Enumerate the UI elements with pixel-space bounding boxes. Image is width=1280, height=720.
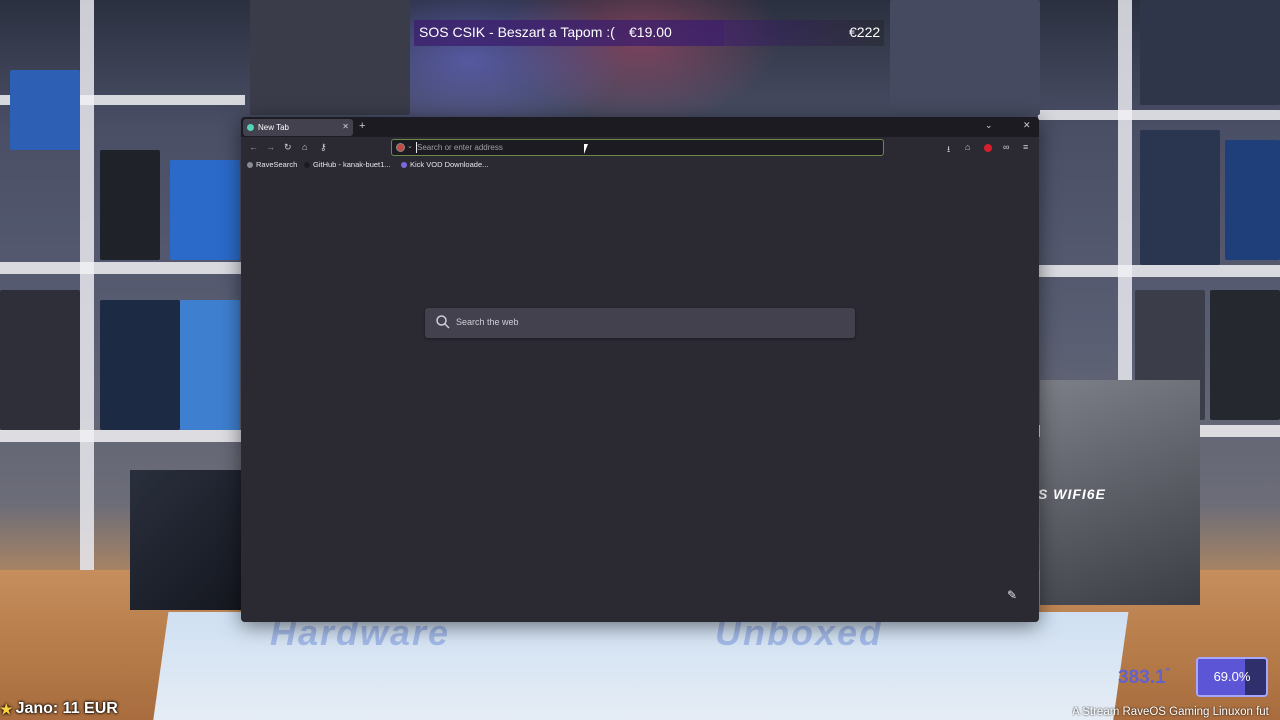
tab-strip: New Tab ✕ + ⌄ ✕ (241, 117, 1039, 137)
shelf-board (0, 430, 245, 442)
donor-text: Jano: 11 EUR (15, 700, 118, 717)
pencil-icon[interactable]: ✎ (1003, 586, 1021, 604)
home-icon[interactable]: ⌂ (302, 142, 307, 152)
bookmarks-toolbar: RaveSearch GitHub - kanak-buet1... Kick … (241, 159, 1039, 172)
chevron-down-icon[interactable]: ⌄ (407, 142, 413, 150)
arrow-left-icon[interactable]: ← (249, 142, 258, 152)
bookmark-icon (247, 162, 253, 169)
address-input[interactable] (417, 141, 877, 154)
stat-number: 383.1" (1118, 667, 1170, 689)
product-box (100, 150, 160, 260)
alert-message: SOS CSIK - Beszart a Tapom :( (419, 24, 615, 40)
product-box (0, 290, 80, 430)
shelf-board (1038, 265, 1280, 277)
product-box (1225, 140, 1280, 260)
bookmark-item[interactable]: Kick VOD Downloade... (401, 160, 488, 169)
shield-icon[interactable] (984, 144, 992, 152)
bookmark-item[interactable]: GitHub - kanak-buet1... (304, 160, 391, 169)
stream-ticker: A Stream RaveOS Gaming Linuxon fut (1072, 706, 1269, 718)
arrow-right-icon[interactable]: → (266, 142, 275, 152)
alert-amount: €19.00 (629, 24, 672, 40)
globe-icon (247, 124, 254, 131)
product-box-lit (130, 470, 245, 610)
download-icon[interactable]: ⭳ (947, 142, 950, 158)
star-icon: ★ (0, 700, 13, 717)
bookmark-label: GitHub - kanak-buet1... (313, 160, 391, 169)
github-icon (304, 162, 310, 169)
tab-title: New Tab (258, 123, 289, 132)
product-box (1140, 0, 1280, 105)
mouse-cursor (584, 144, 592, 154)
product-box (1210, 290, 1280, 420)
latest-donor: ★ Jano: 11 EUR (0, 698, 118, 720)
bookmark-label: RaveSearch (256, 160, 298, 169)
alert-goal: €222 (849, 24, 881, 40)
search-placeholder: Search the web (456, 317, 519, 327)
url-bar[interactable]: ⌄ (391, 139, 884, 156)
tab-new-tab[interactable]: New Tab ✕ (243, 119, 353, 136)
glasses-icon[interactable]: ∞ (1003, 142, 1009, 152)
bookmark-label: Kick VOD Downloade... (410, 160, 489, 169)
motherboard-box-text: S WIFI6E (1038, 486, 1106, 502)
site-identity-icon[interactable] (396, 143, 405, 152)
product-box (10, 70, 80, 150)
plus-icon[interactable]: + (359, 120, 365, 132)
puzzle-icon[interactable]: ⌂ (965, 142, 970, 152)
browser-window: New Tab ✕ + ⌄ ✕ ← → ↻ ⌂ ⚷ ⌄ ⭳ ⌂ ∞ ≡ Rave… (241, 117, 1039, 622)
close-icon[interactable]: ✕ (342, 122, 349, 131)
donation-alert-bar: SOS CSIK - Beszart a Tapom :( €19.00 €22… (414, 20, 884, 46)
product-box (100, 300, 180, 430)
window-close-icon[interactable]: ✕ (1023, 120, 1031, 131)
search-icon (436, 315, 450, 329)
web-search-box[interactable]: Search the web (425, 308, 855, 338)
shelf-board (0, 262, 245, 274)
new-tab-page: Search the web ✎ (241, 172, 1039, 622)
stat-unit-mark: " (1165, 667, 1171, 678)
stat-percent-label: 69.0% (1213, 669, 1251, 684)
nav-bar: ← → ↻ ⌂ ⚷ ⌄ ⭳ ⌂ ∞ ≡ (241, 137, 1039, 159)
hamburger-icon[interactable]: ≡ (1023, 142, 1028, 152)
shelf-board (1038, 110, 1280, 120)
reload-icon[interactable]: ↻ (284, 142, 292, 153)
shelf-post (80, 0, 94, 570)
stat-percent-pill: 69.0% (1196, 657, 1268, 697)
product-box (1140, 130, 1220, 265)
product-box (890, 0, 1040, 115)
bookmark-item[interactable]: RaveSearch (247, 160, 297, 169)
product-box (180, 300, 240, 430)
bookmark-icon (401, 162, 407, 169)
product-box (250, 0, 410, 115)
stat-value: 383.1 (1118, 667, 1166, 688)
key-icon[interactable]: ⚷ (320, 142, 327, 153)
product-box (170, 160, 240, 260)
chevron-down-icon[interactable]: ⌄ (985, 120, 993, 131)
